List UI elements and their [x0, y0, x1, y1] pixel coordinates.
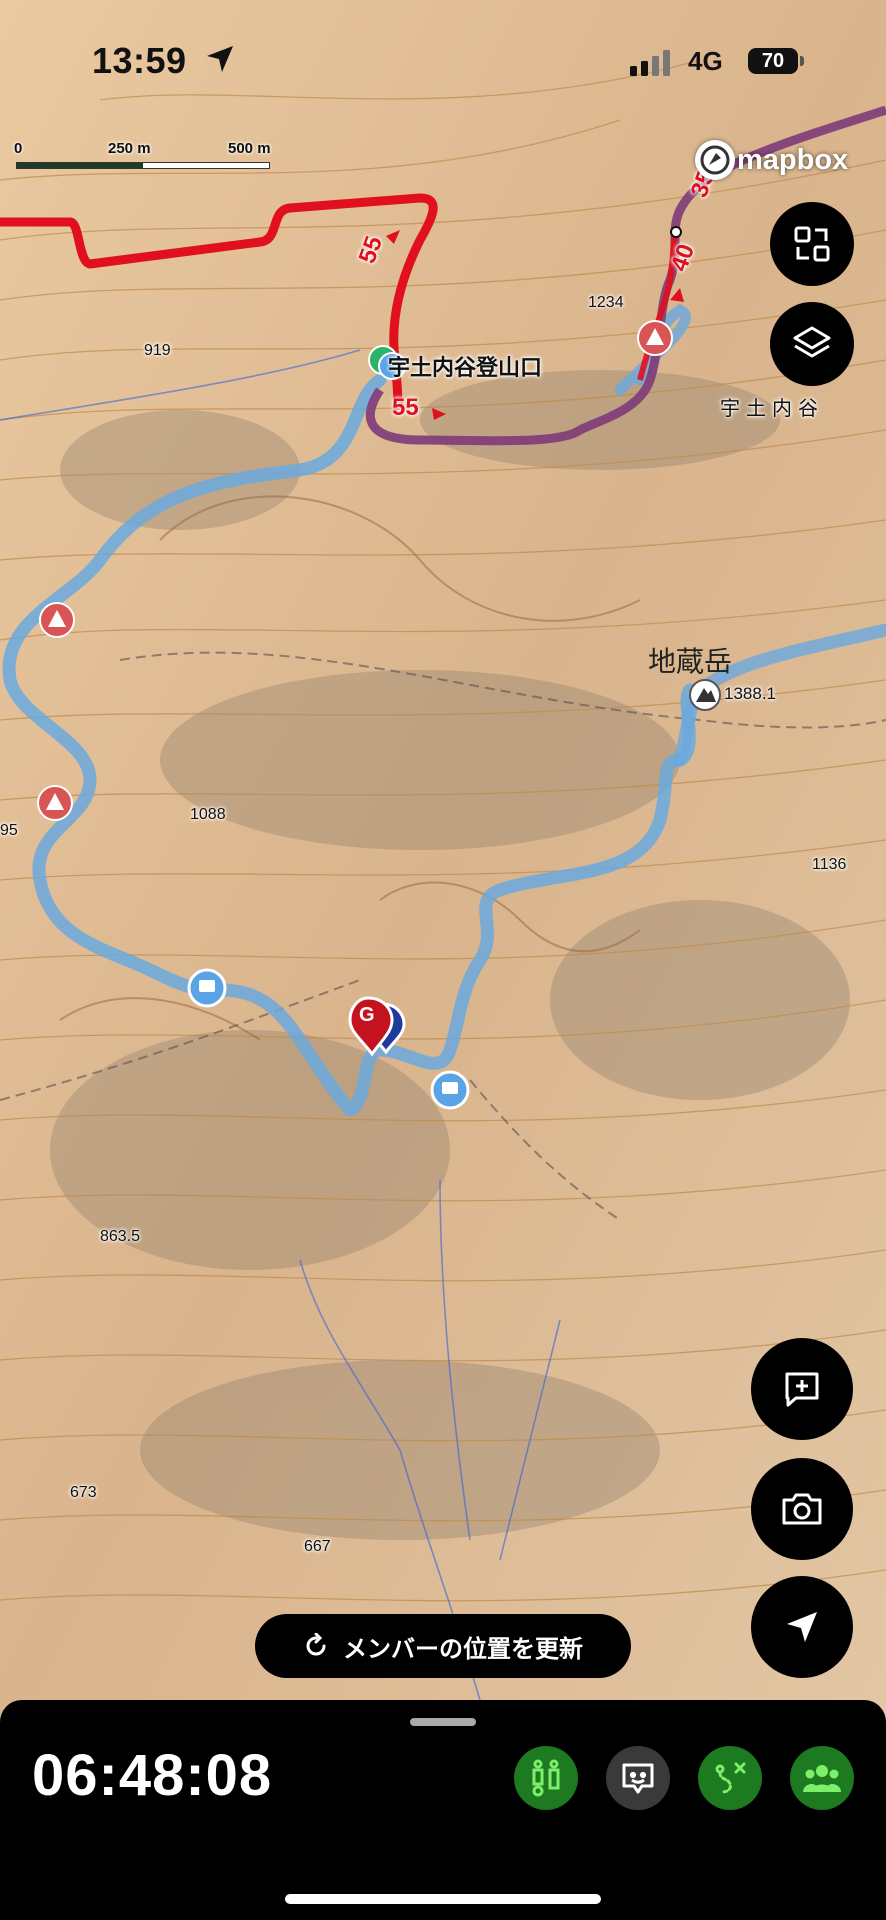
mapbox-wordmark: mapbox [737, 143, 849, 176]
clock: 13:59 [92, 40, 187, 81]
group-button[interactable] [790, 1746, 854, 1810]
elevation-label: 673 [70, 1484, 97, 1501]
navigation-arrow-icon [787, 1612, 817, 1642]
cellular-signal-icon [630, 50, 670, 76]
scale-label: 500 m [228, 140, 271, 157]
layers-button[interactable] [770, 302, 854, 386]
elevation-label: 1088 [190, 806, 226, 823]
route-icon [715, 1762, 746, 1794]
camera-button[interactable] [751, 1458, 853, 1560]
group-icon [803, 1765, 841, 1792]
elevation-label: 1136 [812, 856, 847, 873]
valley-label: 宇土内谷 [720, 398, 824, 420]
elapsed-time: 06:48:08 [32, 1743, 273, 1808]
goal-letter: G [359, 1004, 375, 1026]
home-indicator[interactable] [285, 1894, 601, 1904]
hiker-info-icon [532, 1759, 560, 1797]
fullscreen-button[interactable] [770, 202, 854, 286]
mapbox-logo-icon [695, 140, 735, 180]
trailhead-label: 宇土内谷登山口 [388, 355, 543, 380]
elevation-label: 95 [0, 822, 18, 839]
route-time-label: 55 [392, 394, 419, 421]
comment-marker[interactable] [187, 968, 227, 1008]
battery-tip [800, 56, 804, 66]
chat-icon [622, 1763, 654, 1794]
add-note-icon [785, 1372, 819, 1407]
elevation-label: 863.5 [100, 1228, 141, 1245]
peak-elevation-label: 1388.1 [724, 684, 776, 703]
hiker-info-button[interactable] [514, 1746, 578, 1810]
panel-drag-handle[interactable] [410, 1718, 476, 1726]
route-button[interactable] [698, 1746, 762, 1810]
layers-icon [793, 326, 831, 358]
location-services-icon [207, 46, 233, 72]
scale-label: 0 [14, 140, 23, 157]
warning-marker[interactable] [637, 320, 673, 356]
elevation-label: 1234 [588, 294, 624, 311]
refresh-icon [306, 1633, 326, 1656]
mapbox-attribution[interactable]: mapbox [695, 140, 848, 180]
camera-icon [782, 1493, 822, 1525]
elevation-label: 667 [304, 1538, 331, 1555]
locate-button[interactable] [751, 1576, 853, 1678]
scale-bar: 0 250 m 500 m [14, 140, 284, 180]
refresh-label: メンバーの位置を更新 [343, 1635, 583, 1663]
peak-name-label: 地蔵岳 [648, 646, 733, 677]
add-note-button[interactable] [751, 1338, 853, 1440]
scale-label: 250 m [108, 140, 151, 157]
topographic-map[interactable] [0, 0, 886, 1720]
battery-indicator: 70 [748, 48, 798, 74]
refresh-member-location-button[interactable]: メンバーの位置を更新 [255, 1614, 631, 1678]
warning-marker[interactable] [39, 602, 75, 638]
elevation-label: 919 [144, 342, 171, 359]
expand-icon [794, 226, 830, 262]
chat-button[interactable] [606, 1746, 670, 1810]
status-bar: 13:59 4G 70 [0, 40, 886, 90]
network-type: 4G [688, 46, 723, 76]
comment-marker[interactable] [430, 1070, 470, 1110]
warning-marker[interactable] [37, 785, 73, 821]
scale-bar-segment [17, 163, 143, 168]
peak-marker[interactable] [689, 679, 721, 711]
activity-panel: 06:48:08 [0, 1700, 886, 1920]
